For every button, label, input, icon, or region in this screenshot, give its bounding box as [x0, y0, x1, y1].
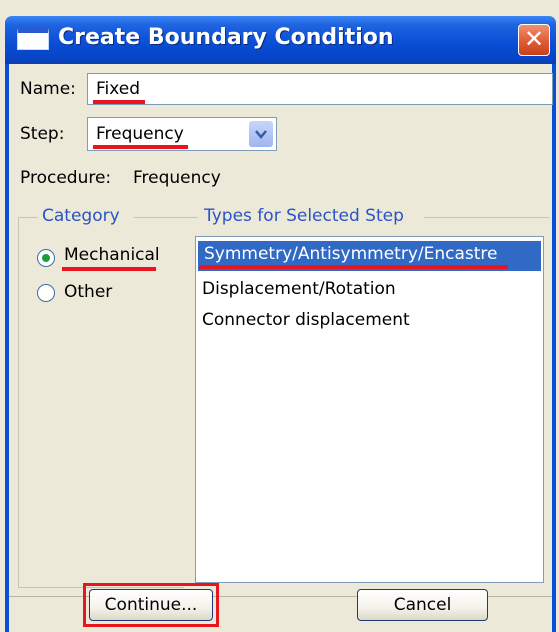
types-group-line-left: [184, 217, 198, 218]
type-annotation-underline: [199, 265, 508, 269]
step-annotation-underline: [93, 145, 188, 149]
type-item-displacement-rotation[interactable]: Displacement/Rotation: [202, 279, 396, 299]
cancel-button[interactable]: Cancel: [357, 589, 488, 621]
window-frame-right: [552, 64, 556, 632]
mechanical-label[interactable]: Mechanical: [64, 245, 160, 265]
name-field-value: Fixed: [96, 79, 141, 99]
window-frame-left: [5, 64, 9, 632]
chevron-down-icon: [255, 130, 267, 139]
category-group-line-right: [134, 217, 184, 218]
category-group-line-left: [18, 217, 38, 218]
mechanical-radio[interactable]: [37, 249, 55, 267]
step-select-value: Frequency: [96, 124, 184, 144]
window-icon: [17, 28, 49, 50]
step-dropdown-button[interactable]: [249, 121, 273, 147]
create-boundary-condition-dialog: Create Boundary Condition ✕ Name: Fixed …: [0, 0, 559, 632]
procedure-label: Procedure:: [20, 168, 112, 188]
step-label: Step:: [20, 124, 65, 144]
types-group-line-right: [424, 217, 549, 218]
procedure-value: Frequency: [133, 168, 221, 188]
dialog-title: Create Boundary Condition: [58, 25, 394, 50]
name-annotation-underline: [93, 100, 145, 104]
name-field[interactable]: Fixed: [87, 73, 553, 105]
type-item-connector-displacement[interactable]: Connector displacement: [202, 310, 410, 330]
other-radio[interactable]: [37, 284, 55, 302]
category-group-border-left: [18, 217, 19, 587]
mechanical-annotation-underline: [62, 267, 156, 271]
name-label: Name:: [20, 79, 76, 99]
category-heading: Category: [42, 206, 120, 226]
types-heading: Types for Selected Step: [204, 206, 404, 226]
close-icon[interactable]: ✕: [518, 24, 550, 56]
types-list[interactable]: Symmetry/Antisymmetry/Encastre Displacem…: [195, 236, 544, 583]
continue-button[interactable]: Continue...: [89, 589, 213, 621]
title-bar: Create Boundary Condition ✕: [5, 16, 556, 64]
other-label[interactable]: Other: [64, 282, 112, 302]
